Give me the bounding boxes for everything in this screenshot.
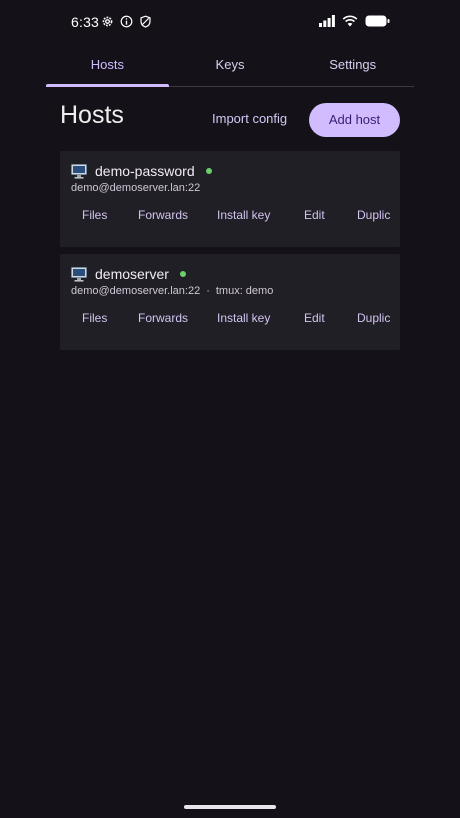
duplicate-button[interactable]: Duplic	[357, 311, 390, 325]
page-title: Hosts	[60, 101, 124, 129]
files-button[interactable]: Files	[82, 208, 107, 222]
wifi-icon	[342, 15, 358, 27]
home-indicator[interactable]	[184, 805, 276, 809]
host-address: demo@demoserver.lan:22	[71, 285, 201, 297]
online-status-dot	[205, 168, 212, 174]
install-key-button[interactable]: Install key	[217, 311, 270, 325]
host-card-header: demoserver	[71, 266, 186, 282]
shield-icon	[140, 15, 151, 28]
host-extra: tmux: demo	[215, 285, 274, 297]
forwards-button[interactable]: Forwards	[138, 208, 188, 222]
status-left-icons	[101, 15, 152, 28]
duplicate-button[interactable]: Duplic	[357, 208, 390, 222]
host-details: demo@demoserver.lan:22	[71, 182, 212, 194]
monitor-icon	[71, 266, 87, 282]
host-extra-separator: ·	[206, 285, 210, 297]
edit-button[interactable]: Edit	[304, 208, 325, 222]
signal-icon	[319, 15, 335, 27]
host-actions: Files Forwards Install key Edit Duplic	[60, 208, 400, 226]
tab-hosts[interactable]: Hosts	[46, 50, 169, 87]
status-right-icons	[319, 15, 390, 27]
tab-settings[interactable]: Settings	[291, 50, 414, 86]
host-details: demo@demoserver.lan:22 · tmux: demo	[71, 285, 273, 297]
host-card[interactable]: demo-password demo@demoserver.lan:22 Fil…	[60, 151, 400, 247]
host-address: demo@demoserver.lan:22	[71, 182, 201, 194]
edit-button[interactable]: Edit	[304, 311, 325, 325]
host-name: demoserver	[95, 266, 169, 282]
status-time: 6:33	[71, 14, 100, 30]
install-key-button[interactable]: Install key	[217, 208, 270, 222]
files-button[interactable]: Files	[82, 311, 107, 325]
host-card[interactable]: demoserver demo@demoserver.lan:22 · tmux…	[60, 254, 400, 350]
monitor-icon	[71, 163, 87, 179]
page-header: Hosts Import config Add host	[60, 100, 400, 140]
forwards-button[interactable]: Forwards	[138, 311, 188, 325]
info-icon	[120, 15, 133, 28]
online-status-dot	[179, 271, 186, 277]
add-host-button[interactable]: Add host	[309, 103, 400, 137]
battery-icon	[365, 15, 390, 27]
import-config-button[interactable]: Import config	[212, 111, 287, 126]
gear-icon	[102, 16, 113, 27]
tab-keys[interactable]: Keys	[169, 50, 292, 86]
host-actions: Files Forwards Install key Edit Duplic	[60, 311, 400, 329]
host-card-header: demo-password	[71, 163, 212, 179]
host-name: demo-password	[95, 163, 195, 179]
tab-bar: Hosts Keys Settings	[46, 50, 414, 87]
status-bar: 6:33	[0, 0, 460, 44]
